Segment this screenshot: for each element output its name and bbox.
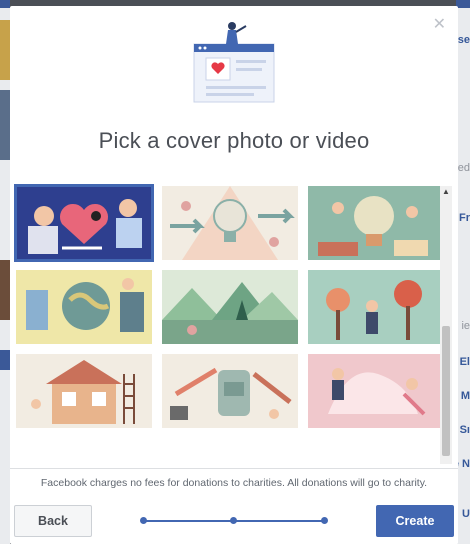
fundraiser-illustration xyxy=(193,22,275,103)
cover-globe-image xyxy=(16,270,152,344)
create-button[interactable]: Create xyxy=(376,505,454,537)
progress-step-2 xyxy=(230,517,237,524)
cover-option-balloon[interactable] xyxy=(308,186,440,260)
bg-label: M xyxy=(460,390,470,402)
cover-option-animals-pink[interactable] xyxy=(308,354,440,428)
progress-step-3 xyxy=(321,517,328,524)
close-icon[interactable]: ✕ xyxy=(433,14,446,34)
dialog-footer: Facebook charges no fees for donations t… xyxy=(10,468,458,544)
bg-label: ed xyxy=(457,162,470,174)
bg-label: U xyxy=(462,508,470,520)
bg-label: Fr xyxy=(459,212,470,224)
cover-option-globe[interactable] xyxy=(16,270,152,344)
cover-balloon-image xyxy=(308,186,440,260)
cover-option-forest[interactable] xyxy=(162,270,298,344)
create-fundraiser-dialog: ✕ Pick a cover photo or video ▲ Facebook… xyxy=(10,6,458,544)
progress-step-1 xyxy=(140,517,147,524)
background-page-right: aise ed Fr ie El M Sı e N U xyxy=(449,0,470,544)
cover-option-hearts[interactable] xyxy=(14,184,154,262)
bg-label: El xyxy=(459,356,470,368)
dialog-title: Pick a cover photo or video xyxy=(98,128,370,153)
cover-backpack-image xyxy=(162,354,298,428)
cover-option-trees-people[interactable] xyxy=(308,270,440,344)
cover-house-build-image xyxy=(16,354,152,428)
background-page-left xyxy=(0,0,10,544)
scroll-up-icon[interactable]: ▲ xyxy=(440,186,452,198)
cover-option-backpack[interactable] xyxy=(162,354,298,428)
cover-option-lightbulb[interactable] xyxy=(162,186,298,260)
cover-hearts-image xyxy=(16,186,152,260)
scrollbar-thumb[interactable] xyxy=(442,326,450,456)
step-progress xyxy=(140,517,328,524)
donation-fee-note: Facebook charges no fees for donations t… xyxy=(40,477,428,489)
cover-lightbulb-image xyxy=(162,186,298,260)
bg-label: ie xyxy=(461,320,470,332)
cover-option-house-build[interactable] xyxy=(16,354,152,428)
cover-trees-people-image xyxy=(308,270,440,344)
cover-animals-pink-image xyxy=(308,354,440,428)
cover-forest-image xyxy=(162,270,298,344)
cover-picker: ▲ xyxy=(10,174,458,466)
back-button[interactable]: Back xyxy=(14,505,92,537)
cover-list-scrollbar[interactable]: ▲ xyxy=(440,186,452,464)
bg-label: Sı xyxy=(459,424,470,436)
